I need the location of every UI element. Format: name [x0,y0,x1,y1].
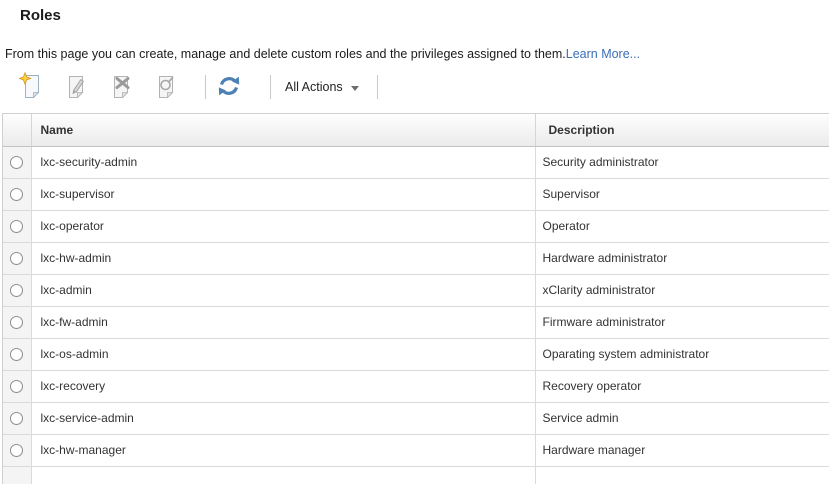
role-name: lxc-admin [31,274,535,306]
role-description: Security administrator [535,146,829,178]
delete-role-icon [109,72,133,102]
role-name: lxc-service-admin [31,402,535,434]
row-select-cell [3,466,31,484]
role-description: Recovery operator [535,370,829,402]
toolbar-separator [377,75,378,99]
role-description: Hardware administrator [535,242,829,274]
description-column-header[interactable]: Description [535,114,829,146]
role-name: lxc-supervisor [31,178,535,210]
role-description: Hardware manager [535,434,829,466]
roles-page: { "page": { "title": "Roles", "intro": "… [0,0,829,484]
row-select-cell [3,434,31,466]
copy-role-icon [154,72,178,102]
roles-toolbar: All Actions [19,73,378,101]
role-description: Oparating system administrator [535,338,829,370]
refresh-button[interactable] [217,74,241,101]
page-title: Roles [20,7,61,24]
table-row[interactable]: lxc-os-admin Oparating system administra… [3,338,829,370]
toolbar-separator [270,75,271,99]
row-radio-button[interactable] [10,188,23,201]
role-name: lxc-hw-admin [31,242,535,274]
role-description: Operator [535,210,829,242]
row-radio-button[interactable] [10,444,23,457]
role-name: lxc-os-admin [31,338,535,370]
table-row[interactable]: lxc-admin xClarity administrator [3,274,829,306]
all-actions-dropdown[interactable]: All Actions [283,80,359,94]
row-select-cell [3,402,31,434]
row-select-cell [3,306,31,338]
select-column-header [3,114,31,146]
create-role-button[interactable] [19,74,43,101]
all-actions-label: All Actions [285,80,343,94]
table-row[interactable]: lxc-fw-admin Firmware administrator [3,306,829,338]
toolbar-separator [205,75,206,99]
table-row[interactable]: lxc-service-admin Service admin [3,402,829,434]
edit-role-icon [64,72,88,102]
table-row[interactable]: lxc-hw-admin Hardware administrator [3,242,829,274]
table-row[interactable]: lxc-supervisor Supervisor [3,178,829,210]
intro-text: From this page you can create, manage an… [5,47,566,61]
row-select-cell [3,274,31,306]
row-radio-button[interactable] [10,284,23,297]
learn-more-link[interactable]: Learn More... [566,47,640,61]
page-intro: From this page you can create, manage an… [5,47,640,61]
edit-role-button[interactable] [64,74,88,101]
role-name: lxc-hw-manager [31,434,535,466]
role-name: lxc-fw-admin [31,306,535,338]
role-description: Service admin [535,402,829,434]
name-column-header[interactable]: Name [31,114,535,146]
empty-filler-row [3,466,829,484]
table-row[interactable]: lxc-security-admin Security administrato… [3,146,829,178]
row-select-cell [3,338,31,370]
row-radio-button[interactable] [10,412,23,425]
role-name: lxc-recovery [31,370,535,402]
copy-role-button[interactable] [154,74,178,101]
row-radio-button[interactable] [10,316,23,329]
role-name: lxc-security-admin [31,146,535,178]
row-radio-button[interactable] [10,220,23,233]
role-description: Supervisor [535,178,829,210]
table-header-row: Name Description [3,114,829,146]
row-radio-button[interactable] [10,252,23,265]
table-row[interactable]: lxc-operator Operator [3,210,829,242]
table-row[interactable]: lxc-hw-manager Hardware manager [3,434,829,466]
row-radio-button[interactable] [10,348,23,361]
role-description: Firmware administrator [535,306,829,338]
roles-table: Name Description lxc-security-admin Secu… [3,114,829,484]
delete-role-button[interactable] [109,74,133,101]
row-radio-button[interactable] [10,156,23,169]
row-select-cell [3,146,31,178]
chevron-down-icon [351,86,359,91]
row-select-cell [3,370,31,402]
refresh-icon [217,74,241,101]
row-select-cell [3,210,31,242]
role-name: lxc-operator [31,210,535,242]
table-row[interactable]: lxc-recovery Recovery operator [3,370,829,402]
role-description: xClarity administrator [535,274,829,306]
row-select-cell [3,178,31,210]
create-role-icon [19,72,43,102]
row-select-cell [3,242,31,274]
roles-table-container: Name Description lxc-security-admin Secu… [2,113,829,484]
row-radio-button[interactable] [10,380,23,393]
